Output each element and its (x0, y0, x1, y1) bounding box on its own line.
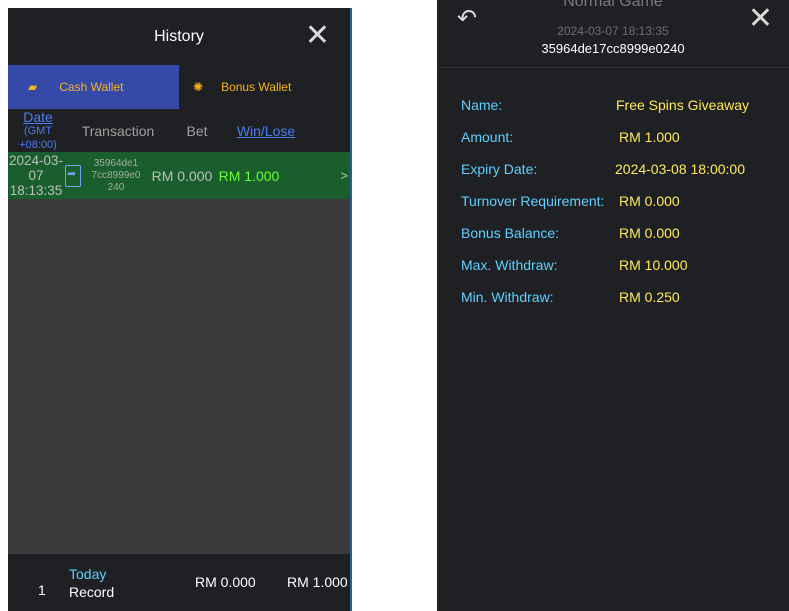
footer-bet-total: RM 0.000 (195, 574, 256, 590)
chevron-right-icon[interactable]: > (340, 168, 348, 183)
info-value: RM 10.000 (619, 257, 688, 273)
history-title: History (154, 27, 204, 45)
panel-divider (350, 8, 352, 611)
info-label: Turnover Requirement: (461, 193, 605, 209)
info-row-min-withdraw: Min. Withdraw: RM 0.250 (437, 289, 789, 313)
bet-column-header: Bet (186, 122, 208, 139)
info-label: Expiry Date: (461, 161, 538, 177)
info-row-turnover-requirement: Turnover Requirement: RM 0.000 (437, 193, 789, 217)
column-headers: Date (GMT +08:00) Transaction Bet Win/Lo… (8, 109, 350, 152)
info-row-name: Name: Free Spins Giveaway (437, 97, 789, 121)
row-time: 18:13:35 (9, 183, 63, 198)
detail-timestamp: 2024-03-07 18:13:35 (557, 24, 669, 38)
today-label: Today (69, 566, 107, 582)
info-value: Free Spins Giveaway (616, 97, 750, 113)
date-column-header[interactable]: Date (GMT +08:00) (8, 110, 68, 152)
close-icon[interactable]: ✕ (305, 21, 330, 51)
info-value: RM 0.250 (619, 289, 680, 305)
wallet-icon: ▰ (28, 80, 38, 94)
row-datetime: 2024-03-07 18:13:35 (8, 153, 64, 198)
transaction-column-header: Transaction (81, 122, 155, 139)
detail-transaction-id: 35964de17cc8999e0240 (541, 41, 685, 56)
tab-bonus-wallet[interactable]: ✺ Bonus Wallet (179, 65, 350, 109)
row-bet: RM 0.000 (151, 167, 213, 184)
record-label: Record (69, 584, 115, 600)
tab-bonus-wallet-label: Bonus Wallet (221, 80, 292, 94)
tx-id-line: 240 (107, 181, 125, 193)
record-count: 1 (38, 582, 46, 598)
info-row-expiry-date: Expiry Date: 2024-03-08 18:00:00 (437, 161, 789, 185)
table-row[interactable]: 2024-03-07 18:13:35 35964de1 7cc8999e0 2… (8, 152, 350, 199)
history-panel: History ✕ ▰ Cash Wallet ✺ Bonus Wallet D… (8, 8, 350, 611)
info-row-bonus-balance: Bonus Balance: RM 0.000 (437, 225, 789, 249)
info-label: Min. Withdraw: (461, 289, 554, 305)
row-date: 2024-03-07 (8, 153, 64, 183)
date-header-label: Date (23, 108, 53, 125)
tx-id-line: 35964de1 (93, 157, 139, 169)
detail-title: Normal Game (563, 0, 663, 10)
row-win-lose: RM 1.000 (218, 167, 280, 184)
info-value: RM 1.000 (619, 129, 680, 145)
divider (437, 67, 789, 68)
row-transaction-id: 35964de1 7cc8999e0 240 (87, 158, 145, 194)
detail-panel: Normal Game ↶ ✕ 2024-03-07 18:13:35 3596… (437, 0, 789, 611)
info-label: Max. Withdraw: (461, 257, 558, 273)
info-value: 2024-03-08 18:00:00 (615, 161, 745, 177)
info-value: RM 0.000 (619, 193, 680, 209)
info-label: Amount: (461, 129, 514, 145)
tab-cash-wallet[interactable]: ▰ Cash Wallet (8, 65, 179, 109)
footer-win-total: RM 1.000 (287, 574, 348, 590)
history-header: History ✕ (8, 8, 350, 65)
tab-cash-wallet-label: Cash Wallet (59, 80, 124, 94)
transfer-icon[interactable] (65, 164, 81, 187)
bonus-icon: ✺ (193, 80, 204, 94)
wallet-tabs: ▰ Cash Wallet ✺ Bonus Wallet (8, 65, 350, 109)
history-footer: 1 Today Record RM 0.000 RM 1.000 (8, 554, 350, 611)
info-row-max-withdraw: Max. Withdraw: RM 10.000 (437, 257, 789, 281)
info-row-amount: Amount: RM 1.000 (437, 129, 789, 153)
win-lose-column-header[interactable]: Win/Lose (226, 123, 306, 139)
timezone-label: (GMT +08:00) (19, 124, 57, 151)
info-label: Name: (461, 97, 503, 113)
tx-id-line: 7cc8999e0 (91, 169, 141, 181)
info-value: RM 0.000 (619, 225, 680, 241)
info-label: Bonus Balance: (461, 225, 560, 241)
